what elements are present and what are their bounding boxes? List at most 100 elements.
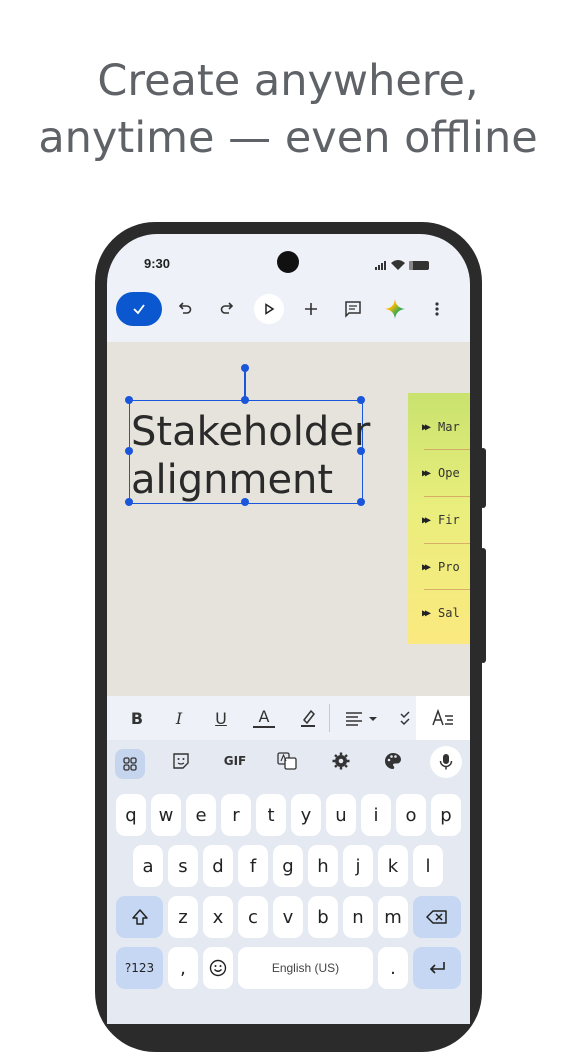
- present-button[interactable]: [254, 294, 284, 324]
- checklist-icon: [400, 711, 410, 726]
- phone-side-button: [480, 448, 486, 508]
- sticker-icon: [173, 753, 189, 769]
- divider: [424, 543, 470, 544]
- keyboard-apps-button[interactable]: [115, 749, 145, 779]
- key-l[interactable]: l: [413, 845, 443, 887]
- key-s[interactable]: s: [168, 845, 198, 887]
- double-arrow-icon: ▶▶: [422, 514, 431, 526]
- key-x[interactable]: x: [203, 896, 233, 938]
- gemini-button[interactable]: [383, 292, 407, 326]
- key-h[interactable]: h: [308, 845, 338, 887]
- key-g[interactable]: g: [273, 845, 303, 887]
- list-item: ▶▶ Pro: [422, 560, 460, 574]
- editor-toolbar: [107, 292, 470, 342]
- present-icon: [265, 303, 275, 315]
- slide-canvas[interactable]: Stakeholder alignment ▶▶ Mar ▶▶ Ope ▶▶ Fir ▶…: [107, 342, 470, 696]
- list-item: ▶▶ Fir: [422, 513, 460, 527]
- align-button[interactable]: [343, 706, 381, 730]
- key-p[interactable]: p: [431, 794, 461, 836]
- translate-icon: [277, 752, 297, 770]
- settings-button[interactable]: [329, 746, 353, 776]
- resize-handle[interactable]: [241, 396, 249, 404]
- signal-wifi-battery-icon: [375, 260, 429, 270]
- mic-icon: [439, 754, 453, 770]
- text-style-icon: [432, 709, 453, 726]
- status-time: 9:30: [144, 256, 171, 271]
- backspace-icon: [426, 910, 447, 924]
- key-z[interactable]: z: [168, 896, 198, 938]
- voice-input-button[interactable]: [430, 746, 462, 778]
- headline-line-1: Create anywhere,: [97, 56, 479, 106]
- status-icons: [369, 258, 439, 272]
- gear-icon: [332, 752, 350, 770]
- enter-icon: [429, 962, 445, 974]
- key-a[interactable]: a: [133, 845, 163, 887]
- space-bar[interactable]: English (US): [238, 947, 373, 989]
- text-style-panel: [416, 696, 470, 740]
- key-o[interactable]: o: [396, 794, 426, 836]
- theme-button[interactable]: [381, 746, 405, 776]
- sticky-list-card[interactable]: ▶▶ Mar ▶▶ Ope ▶▶ Fir ▶▶ Pro ▶▶ Sal: [408, 393, 470, 644]
- key-w[interactable]: w: [151, 794, 181, 836]
- insert-button[interactable]: [299, 292, 323, 326]
- key-u[interactable]: u: [326, 794, 356, 836]
- key-m[interactable]: m: [378, 896, 408, 938]
- slide-title[interactable]: Stakeholder alignment: [131, 408, 370, 504]
- key-v[interactable]: v: [273, 896, 303, 938]
- format-toolbar: B I U A: [107, 696, 470, 740]
- divider: [329, 704, 330, 732]
- headline-line-2: anytime — even offline: [38, 113, 538, 163]
- key-r[interactable]: r: [221, 794, 251, 836]
- period-key[interactable]: .: [378, 947, 408, 989]
- bold-button[interactable]: B: [127, 706, 147, 730]
- enter-key[interactable]: [413, 947, 461, 989]
- undo-button[interactable]: [173, 292, 197, 326]
- on-screen-keyboard: GIF q w e r t y u i o p a s d f g h j k …: [107, 740, 470, 1024]
- checklist-button[interactable]: [399, 706, 413, 730]
- highlight-button[interactable]: [297, 706, 319, 730]
- key-f[interactable]: f: [238, 845, 268, 887]
- more-options-button[interactable]: [425, 292, 449, 326]
- shift-key[interactable]: [116, 896, 163, 938]
- add-icon: [305, 303, 317, 315]
- key-c[interactable]: c: [238, 896, 268, 938]
- check-icon: [133, 304, 145, 315]
- key-n[interactable]: n: [343, 896, 373, 938]
- palette-icon: [385, 753, 401, 769]
- backspace-key[interactable]: [413, 896, 461, 938]
- rotate-handle[interactable]: [241, 364, 249, 372]
- key-q[interactable]: q: [116, 794, 146, 836]
- done-button[interactable]: [116, 292, 162, 326]
- symbols-key[interactable]: ?123: [116, 947, 163, 989]
- text-color-button[interactable]: A: [253, 706, 275, 728]
- key-b[interactable]: b: [308, 896, 338, 938]
- double-arrow-icon: ▶▶: [422, 467, 431, 479]
- double-arrow-icon: ▶▶: [422, 607, 431, 619]
- italic-button[interactable]: I: [169, 706, 189, 730]
- emoji-key[interactable]: [203, 947, 233, 989]
- divider: [424, 449, 470, 450]
- list-item: ▶▶ Sal: [422, 606, 460, 620]
- align-left-icon: [346, 712, 377, 726]
- resize-handle[interactable]: [357, 396, 365, 404]
- more-vert-icon: [435, 302, 439, 316]
- key-j[interactable]: j: [343, 845, 373, 887]
- redo-button[interactable]: [215, 292, 239, 326]
- key-i[interactable]: i: [361, 794, 391, 836]
- key-y[interactable]: y: [291, 794, 321, 836]
- key-k[interactable]: k: [378, 845, 408, 887]
- comma-key[interactable]: ,: [168, 947, 198, 989]
- resize-handle[interactable]: [125, 396, 133, 404]
- key-d[interactable]: d: [203, 845, 233, 887]
- key-t[interactable]: t: [256, 794, 286, 836]
- key-e[interactable]: e: [186, 794, 216, 836]
- highlighter-icon: [301, 709, 315, 727]
- divider: [424, 589, 470, 590]
- translate-button[interactable]: [275, 746, 299, 776]
- gif-button[interactable]: GIF: [219, 746, 251, 776]
- text-style-button[interactable]: [430, 706, 456, 730]
- undo-icon: [178, 302, 192, 314]
- comment-button[interactable]: [341, 292, 365, 326]
- underline-button[interactable]: U: [211, 706, 231, 730]
- sticker-button[interactable]: [169, 746, 193, 776]
